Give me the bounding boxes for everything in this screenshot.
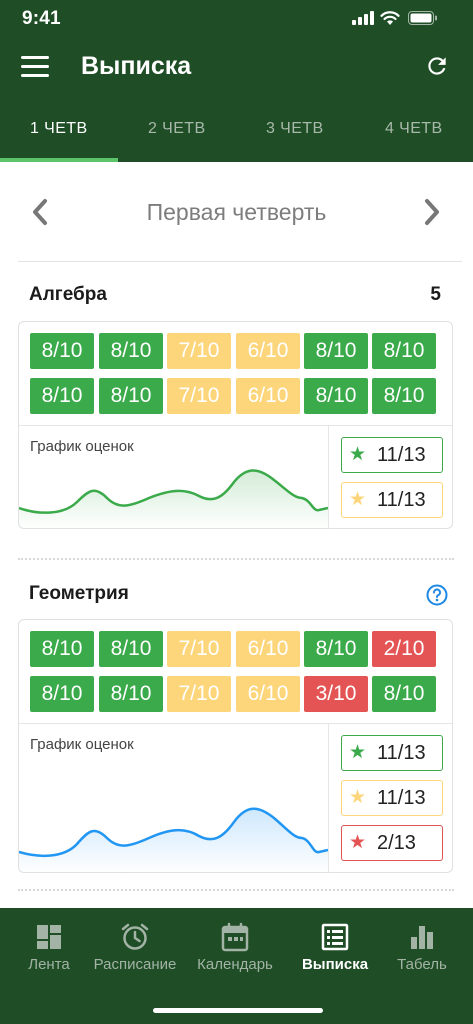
grade-chip[interactable]: 8/10 (304, 378, 368, 414)
chevron-right-icon[interactable] (422, 198, 442, 226)
stat-badge: ★ 11/13 (341, 735, 443, 771)
signal-icon (352, 11, 374, 25)
menu-icon[interactable] (21, 56, 49, 78)
grade-chip[interactable]: 6/10 (236, 333, 300, 369)
quarter-tabs: 1 ЧЕТВ 2 ЧЕТВ 3 ЧЕТВ 4 ЧЕТВ (0, 108, 473, 162)
nav-item-feed[interactable]: Лента (2, 922, 96, 973)
tab-quarter-1[interactable]: 1 ЧЕТВ (30, 120, 88, 138)
nav-item-calendar[interactable]: Календарь (188, 922, 282, 973)
star-icon: ★ (349, 444, 367, 465)
divider (18, 261, 462, 262)
statement-icon (321, 923, 349, 951)
star-icon: ★ (349, 742, 367, 763)
quarter-title: Первая четверть (146, 199, 327, 225)
bar-chart-icon (411, 926, 433, 949)
grades-chart: График оценок (19, 425, 328, 530)
grades-chart-line (19, 469, 328, 530)
stat-badge: ★ 11/13 (341, 780, 443, 816)
grade-chip[interactable]: 8/10 (372, 378, 436, 414)
wifi-icon (380, 11, 400, 25)
nav-item-report-card[interactable]: Табель (375, 922, 469, 973)
bottom-nav: Лента Расписание Календарь Выписка Табел… (0, 908, 473, 1024)
grade-stats: ★ 11/13 ★ 11/13 ★ 2/13 (328, 723, 452, 873)
grade-chip[interactable]: 8/10 (30, 631, 94, 667)
grade-chip[interactable]: 7/10 (167, 631, 231, 667)
status-bar: 9:41 (0, 0, 473, 40)
page-title: Выписка (81, 52, 192, 80)
grade-chip[interactable]: 8/10 (99, 378, 163, 414)
feed-icon (37, 925, 61, 949)
subject-average: 5 (430, 284, 441, 305)
star-icon: ★ (349, 832, 367, 853)
grade-chip[interactable]: 6/10 (236, 378, 300, 414)
help-icon[interactable] (426, 584, 448, 606)
grade-chip[interactable]: 8/10 (99, 631, 163, 667)
grade-chip[interactable]: 8/10 (372, 333, 436, 369)
chart-label: График оценок (30, 736, 134, 753)
grade-stats: ★ 11/13 ★ 11/13 (328, 425, 452, 529)
app-header: 9:41 Выписка 1 ЧЕТВ 2 ЧЕТВ 3 ЧЕТВ 4 ЧЕТВ (0, 0, 473, 162)
active-tab-indicator (0, 158, 118, 162)
grade-chip[interactable]: 6/10 (236, 676, 300, 712)
section-divider (18, 889, 454, 891)
grades-chart-line (19, 807, 328, 874)
grade-chip[interactable]: 2/10 (372, 631, 436, 667)
quarter-navigator: Первая четверть (0, 180, 473, 244)
star-icon: ★ (349, 489, 367, 510)
grade-chip[interactable]: 8/10 (30, 676, 94, 712)
alarm-clock-icon (121, 923, 149, 950)
grade-chip[interactable]: 3/10 (304, 676, 368, 712)
home-indicator (153, 1008, 323, 1013)
grade-chip[interactable]: 8/10 (30, 333, 94, 369)
subject-card-algebra: 8/10 8/10 7/10 6/10 8/10 8/10 8/10 8/10 … (18, 321, 453, 530)
star-icon: ★ (349, 787, 367, 808)
nav-item-schedule[interactable]: Расписание (88, 922, 182, 973)
stat-badge: ★ 2/13 (341, 825, 443, 861)
tab-quarter-3[interactable]: 3 ЧЕТВ (266, 120, 324, 138)
chart-label: График оценок (30, 438, 134, 455)
battery-icon (408, 11, 437, 25)
refresh-icon[interactable] (424, 53, 450, 79)
calendar-icon (221, 922, 249, 952)
nav-item-statement[interactable]: Выписка (288, 922, 382, 973)
grade-chip[interactable]: 8/10 (99, 333, 163, 369)
section-divider (18, 558, 454, 560)
grade-chip[interactable]: 8/10 (30, 378, 94, 414)
status-time: 9:41 (22, 8, 61, 29)
grade-chip[interactable]: 8/10 (304, 333, 368, 369)
subject-title: Геометрия (29, 583, 129, 604)
grade-chip[interactable]: 7/10 (167, 333, 231, 369)
grade-chip[interactable]: 6/10 (236, 631, 300, 667)
grade-chip[interactable]: 7/10 (167, 378, 231, 414)
grade-chip[interactable]: 8/10 (99, 676, 163, 712)
stat-badge: ★ 11/13 (341, 437, 443, 473)
grade-chip[interactable]: 8/10 (372, 676, 436, 712)
tab-quarter-2[interactable]: 2 ЧЕТВ (148, 120, 206, 138)
grades-chart: График оценок (19, 723, 328, 874)
grade-chip[interactable]: 7/10 (167, 676, 231, 712)
subject-title: Алгебра (29, 284, 107, 305)
subject-card-geometry: 8/10 8/10 7/10 6/10 8/10 2/10 8/10 8/10 … (18, 619, 453, 874)
tab-quarter-4[interactable]: 4 ЧЕТВ (385, 120, 443, 138)
grade-chip[interactable]: 8/10 (304, 631, 368, 667)
stat-badge: ★ 11/13 (341, 482, 443, 518)
